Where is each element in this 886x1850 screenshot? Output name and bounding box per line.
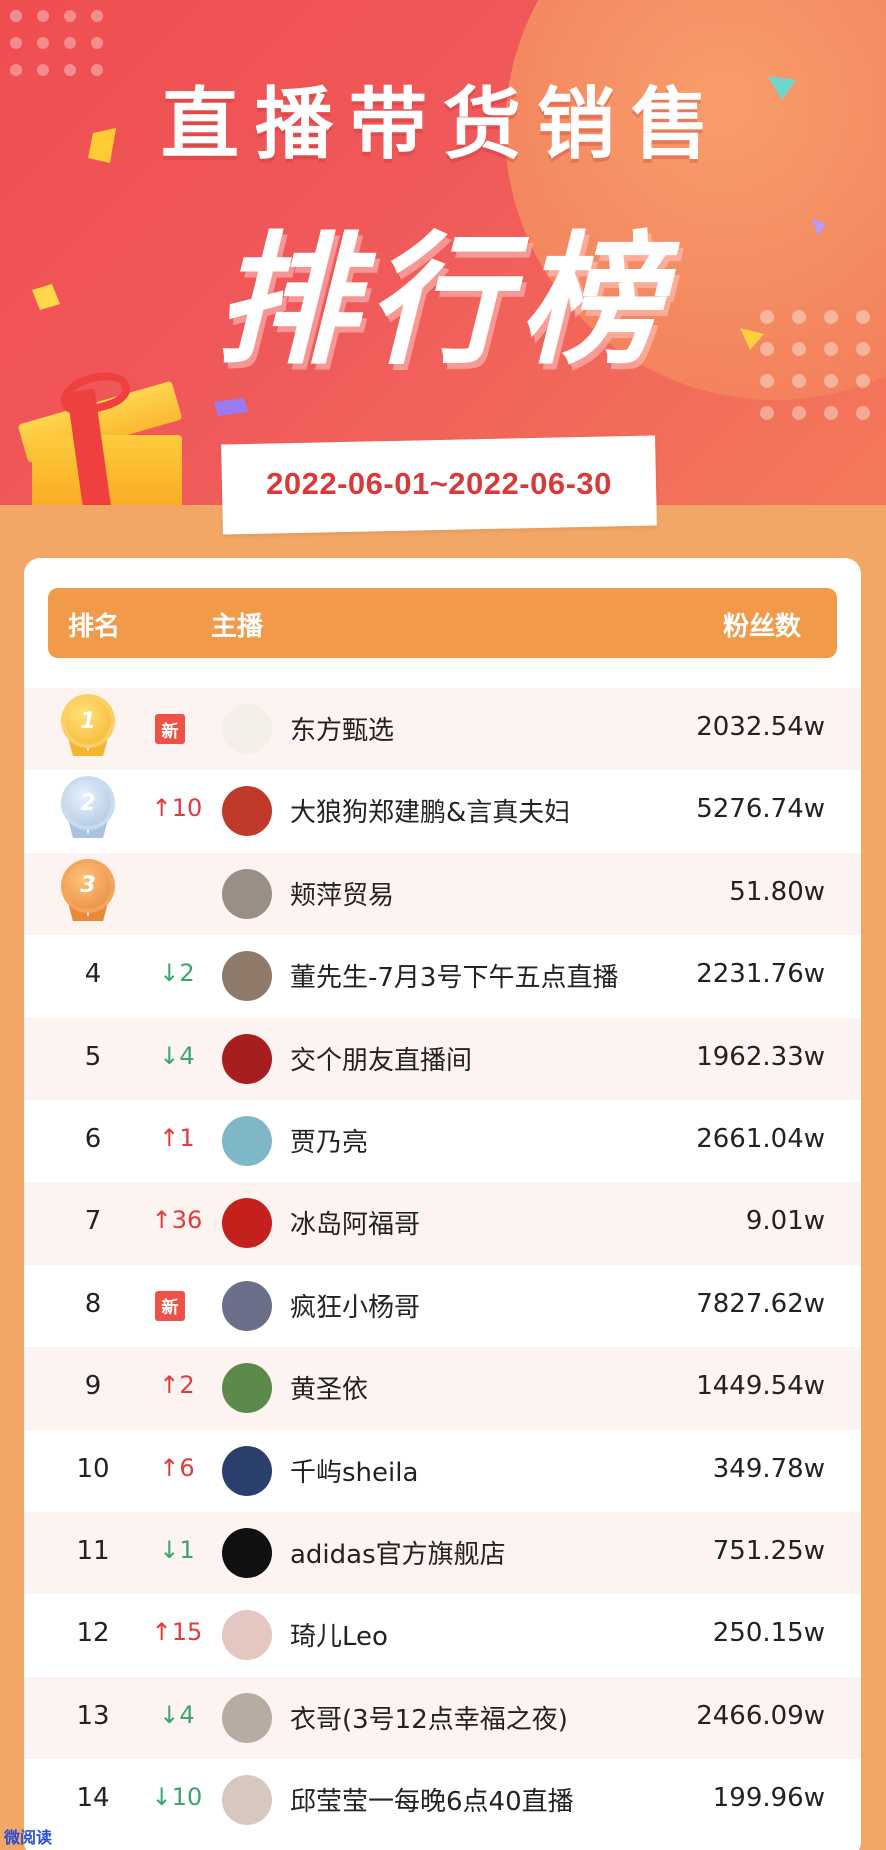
table-header: 排名 主播 粉丝数	[48, 588, 837, 658]
rank-change: ↓4	[159, 1041, 195, 1070]
table-row[interactable]: 7 ↑36 冰岛阿福哥 9.01w	[24, 1182, 861, 1265]
avatar[interactable]	[222, 1198, 272, 1249]
new-badge: 新	[155, 1290, 185, 1321]
header-rank: 排名	[68, 612, 121, 642]
rank-change: ↑2	[159, 1371, 195, 1400]
rank-change: ↑15	[151, 1618, 203, 1647]
rank-change: ↑6	[159, 1453, 195, 1482]
fans-count: 2032.54w	[696, 712, 825, 742]
avatar[interactable]	[222, 1692, 272, 1743]
confetti-icon	[214, 398, 248, 416]
rank-change: ↓4	[159, 1700, 195, 1729]
rank-number: 13	[76, 1700, 110, 1731]
table-row[interactable]: 2 ↑10 大狼狗郑建鹏&言真夫妇 5276.74w	[24, 770, 861, 852]
table-row[interactable]: 1 新 东方甄选 2032.54w	[24, 688, 861, 771]
new-badge: 新	[155, 714, 185, 744]
fans-count: 9.01w	[745, 1206, 825, 1237]
rank-number: 12	[76, 1618, 110, 1649]
header-anchor: 主播	[211, 612, 264, 642]
watermark: 微阅读	[4, 1828, 53, 1847]
anchor-name[interactable]: 大狼狗郑建鹏&言真夫妇	[290, 792, 570, 829]
hero-title: 直播带货销售	[160, 80, 725, 170]
anchor-name[interactable]: 琦儿Leo	[290, 1616, 388, 1653]
rank-number: 3	[65, 862, 111, 909]
avatar[interactable]	[222, 1363, 272, 1414]
hero-big-title: 排行榜	[215, 219, 671, 384]
avatar[interactable]	[222, 1527, 272, 1578]
rank-number: 1	[65, 698, 111, 744]
rank-change: ↑36	[151, 1206, 203, 1235]
anchor-name[interactable]: 黄圣依	[290, 1369, 368, 1406]
fans-count: 250.15w	[712, 1618, 825, 1649]
anchor-name[interactable]: 冰岛阿福哥	[290, 1204, 420, 1241]
rank-number: 7	[84, 1206, 102, 1237]
anchor-name[interactable]: 东方甄选	[290, 710, 394, 747]
avatar[interactable]	[222, 1115, 272, 1166]
fans-count: 751.25w	[712, 1535, 825, 1566]
rank-number: 9	[84, 1371, 102, 1402]
rank-number: 5	[84, 1041, 102, 1072]
avatar[interactable]	[222, 868, 272, 919]
avatar[interactable]	[222, 1775, 272, 1826]
table-row[interactable]: 10 ↑6 千屿sheila 349.78w	[24, 1430, 861, 1512]
table-row[interactable]: 6 ↑1 贾乃亮 2661.04w	[24, 1100, 861, 1182]
fans-count: 2466.09w	[696, 1700, 825, 1731]
gold-medal-icon: 1	[62, 698, 114, 758]
avatar[interactable]	[222, 1610, 272, 1661]
silver-medal-icon: 2	[62, 780, 114, 840]
avatar[interactable]	[222, 951, 272, 1002]
table-row[interactable]: 5 ↓4 交个朋友直播间 1962.33w	[24, 1017, 861, 1100]
fans-count: 2231.76w	[696, 959, 825, 990]
rank-change: ↓1	[159, 1535, 195, 1564]
rank-number: 11	[76, 1535, 110, 1566]
table-row[interactable]: 9 ↑2 黄圣依 1449.54w	[24, 1347, 861, 1430]
fans-count: 2661.04w	[696, 1123, 825, 1154]
table-row[interactable]: 14 ↓10 邱莹莹一每晚6点40直播 199.96w	[24, 1759, 861, 1841]
table-row[interactable]: 3 颊萍贸易 51.80w	[24, 852, 861, 936]
avatar[interactable]	[222, 704, 272, 754]
rank-change: ↑1	[159, 1123, 195, 1152]
rank-change: ↓10	[151, 1783, 203, 1812]
avatar[interactable]	[222, 1280, 272, 1331]
anchor-name[interactable]: 董先生-7月3号下午五点直播	[290, 957, 618, 994]
table-row[interactable]: 4 ↓2 董先生-7月3号下午五点直播 2231.76w	[24, 935, 861, 1017]
date-range: 2022-06-01~2022-06-30	[266, 466, 612, 501]
fans-count: 1962.33w	[696, 1041, 825, 1072]
fans-count: 7827.62w	[696, 1288, 825, 1319]
fans-count: 1449.54w	[696, 1371, 825, 1402]
anchor-name[interactable]: 贾乃亮	[290, 1122, 368, 1159]
fans-count: 5276.74w	[696, 794, 825, 825]
rank-number: 4	[84, 959, 102, 990]
table-row[interactable]: 12 ↑15 琦儿Leo 250.15w	[24, 1594, 861, 1676]
anchor-name[interactable]: 千屿sheila	[290, 1452, 418, 1489]
anchor-name[interactable]: adidas官方旗舰店	[290, 1534, 506, 1571]
anchor-name[interactable]: 邱莹莹一每晚6点40直播	[290, 1781, 574, 1818]
anchor-name[interactable]: 衣哥(3号12点幸福之夜)	[290, 1699, 568, 1736]
ranking-board: 排名 主播 粉丝数 1 新 东方甄选 2032.54w 2 ↑10 大狼狗郑建鹏&言真夫妇 5…	[24, 558, 861, 1850]
hero-banner: 直播带货销售 排行榜	[0, 0, 886, 505]
anchor-name[interactable]: 颊萍贸易	[290, 875, 394, 912]
rank-number: 14	[76, 1783, 110, 1814]
fans-count: 51.80w	[729, 876, 825, 907]
fans-count: 349.78w	[712, 1453, 825, 1484]
rank-number: 8	[84, 1288, 102, 1319]
anchor-name[interactable]: 疯狂小杨哥	[290, 1287, 420, 1324]
avatar[interactable]	[222, 1033, 272, 1084]
table-row[interactable]: 11 ↓1 adidas官方旗舰店 751.25w	[24, 1511, 861, 1595]
fans-count: 199.96w	[712, 1783, 825, 1814]
gift-box-icon	[17, 365, 190, 505]
ranking-list: 1 新 东方甄选 2032.54w 2 ↑10 大狼狗郑建鹏&言真夫妇 5276.74w 3 颊萍…	[24, 688, 861, 1841]
bronze-medal-icon: 3	[62, 862, 114, 923]
avatar[interactable]	[222, 1445, 272, 1496]
avatar[interactable]	[222, 786, 272, 837]
rank-change: ↓2	[159, 959, 195, 988]
header-fans: 粉丝数	[722, 612, 801, 642]
rank-number: 6	[84, 1123, 102, 1154]
table-row[interactable]: 8 新 疯狂小杨哥 7827.62w	[24, 1265, 861, 1347]
rank-change: ↑10	[151, 794, 203, 823]
rank-number: 10	[76, 1453, 110, 1484]
anchor-name[interactable]: 交个朋友直播间	[290, 1040, 472, 1077]
table-row[interactable]: 13 ↓4 衣哥(3号12点幸福之夜) 2466.09w	[24, 1676, 861, 1760]
